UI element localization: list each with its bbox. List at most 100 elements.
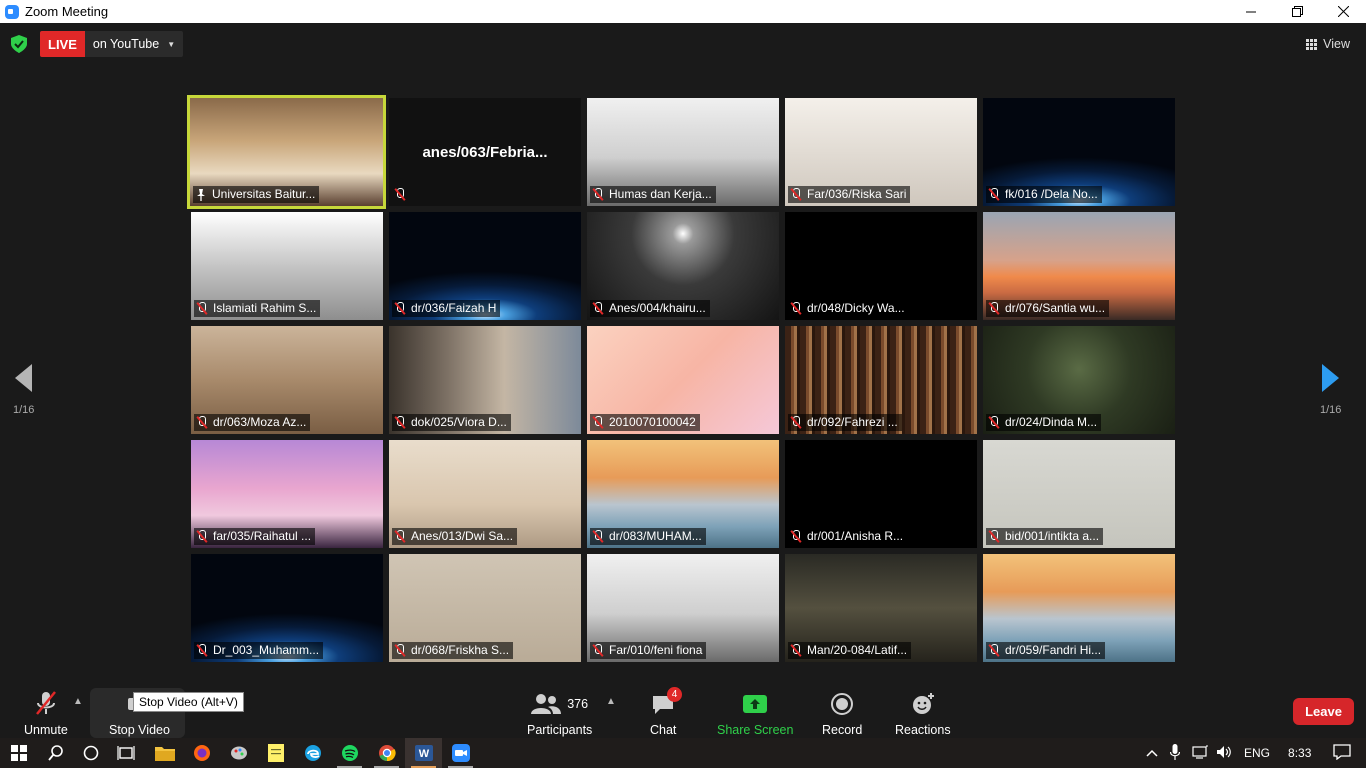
participants-options-caret[interactable]: ▲ [606, 696, 616, 707]
participant-tile[interactable]: Anes/013/Dwi Sa... [389, 440, 581, 548]
minimize-icon [1246, 11, 1256, 12]
participant-name: dok/025/Viora D... [411, 415, 507, 429]
live-destination-dropdown[interactable]: on YouTube ▼ [84, 31, 184, 57]
pin-icon [195, 188, 207, 201]
svg-text:W: W [418, 748, 429, 760]
muted-mic-icon [592, 188, 604, 201]
participant-name-label: Far/010/feni fiona [590, 642, 707, 659]
participant-tile[interactable]: Far/010/feni fiona [587, 554, 779, 662]
chat-label: Chat [650, 723, 677, 737]
muted-mic-icon [394, 644, 406, 657]
participant-name: dr/092/Fahrezi ... [807, 415, 898, 429]
start-button[interactable] [0, 738, 37, 768]
word-icon: W [414, 745, 433, 761]
system-tray: ENG 8:33 [1146, 738, 1352, 768]
participant-name: far/035/Raihatul ... [213, 529, 312, 543]
participant-name-label: dr/076/Santia wu... [986, 300, 1110, 317]
restore-button[interactable] [1274, 0, 1320, 23]
arrow-left-icon [15, 364, 33, 392]
participant-tile[interactable]: dr/048/Dicky Wa... [785, 212, 977, 320]
taskbar-word[interactable]: W [405, 738, 442, 768]
minimize-button[interactable] [1228, 0, 1274, 23]
taskbar-spotify[interactable] [331, 738, 368, 768]
task-view-button[interactable] [107, 738, 144, 768]
muted-mic-icon [790, 416, 802, 429]
participant-name-label [392, 186, 415, 203]
participant-tile[interactable]: dr/063/Moza Az... [191, 326, 383, 434]
participant-name: Anes/013/Dwi Sa... [411, 529, 514, 543]
participant-name-label: Anes/013/Dwi Sa... [392, 528, 518, 545]
reactions-button[interactable]: Reactions [895, 690, 951, 737]
participants-button[interactable]: 376 Participants [527, 690, 592, 737]
participant-tile[interactable]: dr/092/Fahrezi ... [785, 326, 977, 434]
participant-name: Dr_003_Muhamm... [213, 643, 320, 657]
live-badge[interactable]: LIVE [40, 31, 85, 57]
record-icon [831, 690, 854, 718]
participant-name: bid/001/intikta a... [1005, 529, 1100, 543]
firefox-icon [193, 745, 210, 761]
participant-name-label: dok/025/Viora D... [392, 414, 511, 431]
participant-tile[interactable]: dr/001/Anisha R... [785, 440, 977, 548]
leave-button[interactable]: Leave [1293, 698, 1354, 725]
participant-tile[interactable]: dr/036/Faizah H [389, 212, 581, 320]
participant-tile[interactable]: Far/036/Riska Sari [785, 98, 977, 206]
clock[interactable]: 8:33 [1288, 746, 1311, 760]
participant-tile[interactable]: dr/068/Friskha S... [389, 554, 581, 662]
participant-tile[interactable]: Anes/004/khairu... [587, 212, 779, 320]
participant-name-label: 2010070100042 [590, 414, 700, 431]
taskbar-chrome[interactable] [368, 738, 405, 768]
taskbar-firefox[interactable] [183, 738, 220, 768]
taskbar-zoom[interactable] [442, 738, 479, 768]
notification-center-icon[interactable] [1333, 743, 1352, 763]
microphone-icon[interactable] [1169, 743, 1184, 763]
previous-page-button[interactable]: 1/16 [13, 364, 34, 416]
volume-icon[interactable] [1216, 745, 1234, 762]
participant-tile[interactable]: dr/059/Fandri Hi... [983, 554, 1175, 662]
view-button[interactable]: View [1306, 32, 1350, 56]
chevron-up-icon[interactable] [1146, 746, 1162, 760]
search-button[interactable] [37, 738, 74, 768]
participant-tile[interactable]: fk/016 /Dela No... [983, 98, 1175, 206]
grid-view-icon [1306, 38, 1318, 50]
participant-name: dr/024/Dinda M... [1005, 415, 1098, 429]
unmute-button[interactable]: Unmute [24, 690, 68, 737]
zoom-app-icon [5, 4, 19, 19]
participant-tile[interactable]: Dr_003_Muhamm... [191, 554, 383, 662]
network-icon[interactable] [1192, 745, 1210, 762]
muted-mic-icon [196, 416, 208, 429]
participant-tile[interactable]: dr/076/Santia wu... [983, 212, 1175, 320]
audio-options-caret[interactable]: ▲ [73, 696, 83, 707]
muted-mic-icon [196, 530, 208, 543]
taskbar-file-explorer[interactable] [146, 738, 183, 768]
participant-tile[interactable]: dr/083/MUHAM... [587, 440, 779, 548]
participant-tile[interactable]: anes/063/Febria... [389, 98, 581, 206]
participant-tile[interactable]: Universitas Baitur... [187, 95, 386, 209]
close-button[interactable] [1320, 0, 1366, 23]
muted-mic-icon [790, 644, 802, 657]
language-indicator[interactable]: ENG [1244, 746, 1270, 760]
taskbar-edge[interactable] [294, 738, 331, 768]
participant-tile[interactable]: far/035/Raihatul ... [191, 440, 383, 548]
task-view-icon [116, 746, 135, 760]
muted-mic-icon [394, 188, 406, 201]
close-icon [1337, 6, 1349, 17]
cortana-button[interactable] [72, 738, 109, 768]
share-screen-button[interactable]: Share Screen [717, 690, 793, 737]
record-button[interactable]: Record [822, 690, 862, 737]
participant-name: Universitas Baitur... [212, 187, 316, 201]
next-page-button[interactable]: 1/16 [1320, 364, 1341, 416]
participant-tile[interactable]: dr/024/Dinda M... [983, 326, 1175, 434]
participant-tile[interactable]: dok/025/Viora D... [389, 326, 581, 434]
taskbar-app-paint[interactable] [220, 738, 257, 768]
participant-tile[interactable]: Islamiati Rahim S... [191, 212, 383, 320]
muted-mic-icon [33, 690, 59, 718]
muted-mic-icon [592, 302, 604, 315]
participant-tile[interactable]: 2010070100042 [587, 326, 779, 434]
participant-tile[interactable]: Man/20-084/Latif... [785, 554, 977, 662]
taskbar-sticky-notes[interactable] [257, 738, 294, 768]
participant-tile[interactable]: bid/001/intikta a... [983, 440, 1175, 548]
participant-name-label: far/035/Raihatul ... [194, 528, 316, 545]
participant-name: Anes/004/khairu... [609, 301, 706, 315]
participant-tile[interactable]: Humas dan Kerja... [587, 98, 779, 206]
encryption-shield-icon[interactable] [10, 35, 28, 53]
